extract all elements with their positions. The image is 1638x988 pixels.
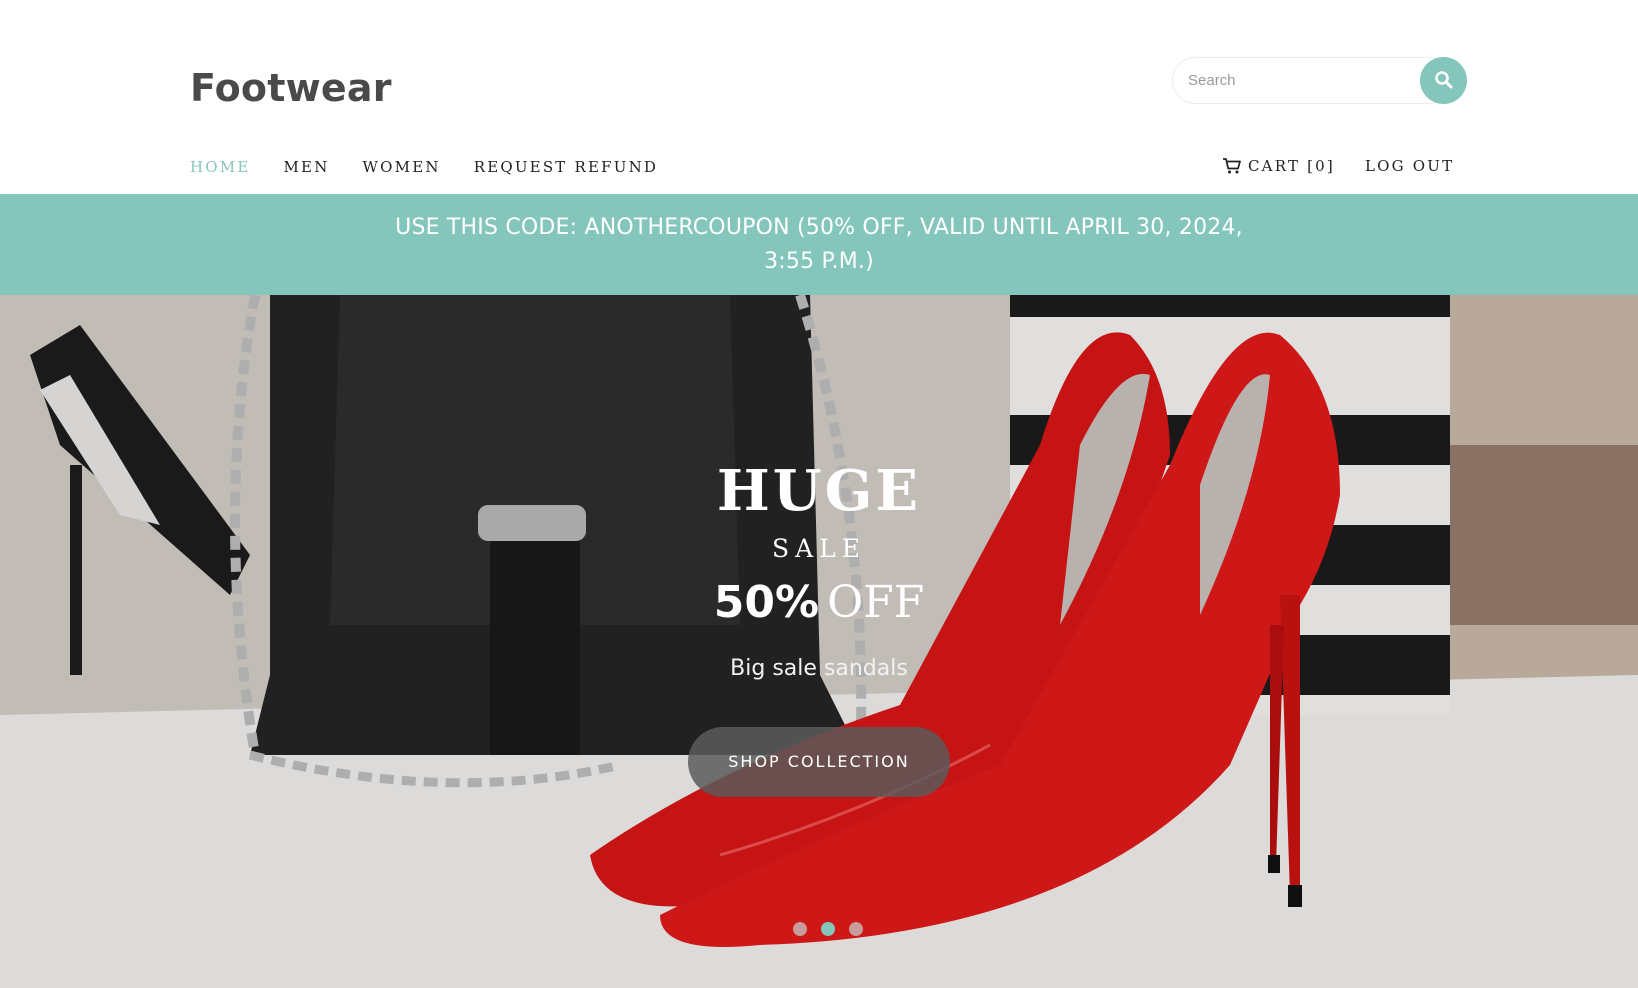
coupon-text: USE THIS CODE: ANOTHERCOUPON (50% OFF, V… <box>395 214 1243 274</box>
discount-percent: 50% <box>713 577 820 628</box>
nav-women[interactable]: WOMEN <box>363 158 441 176</box>
hero-discount: 50% OFF <box>619 577 1019 639</box>
cart-label: CART [0] <box>1248 157 1335 175</box>
shop-collection-button[interactable]: SHOP COLLECTION <box>688 727 950 797</box>
nav-request-refund[interactable]: REQUEST REFUND <box>474 158 658 176</box>
slider-dot-1[interactable] <box>793 922 807 936</box>
cart-icon <box>1223 158 1241 174</box>
hero-description: Big sale sandals <box>730 656 908 681</box>
site-header: Footwear HOME MEN WOMEN REQUEST REFUND C… <box>0 0 1638 194</box>
search-button[interactable] <box>1420 57 1467 104</box>
slider-dot-2[interactable] <box>821 922 835 936</box>
search-icon <box>1435 71 1453 89</box>
slider-dot-3[interactable] <box>849 922 863 936</box>
search-input[interactable] <box>1172 57 1452 104</box>
search-bar <box>1172 57 1467 104</box>
site-logo[interactable]: Footwear <box>190 66 392 110</box>
discount-word: OFF <box>827 577 925 628</box>
user-nav: CART [0] LOG OUT <box>1222 153 1454 179</box>
coupon-banner: USE THIS CODE: ANOTHERCOUPON (50% OFF, V… <box>0 194 1638 295</box>
logout-label: LOG OUT <box>1364 156 1455 175</box>
hero-title: HUGE <box>716 458 922 524</box>
nav-home[interactable]: HOME <box>190 158 251 176</box>
slider-dots <box>793 922 877 936</box>
hero-slider: HUGE SALE 50% OFF Big sale sandals SHOP C… <box>0 295 1638 988</box>
logout-link[interactable]: LOG OUT <box>1365 157 1454 176</box>
nav-men[interactable]: MEN <box>284 158 330 176</box>
hero-content: HUGE SALE 50% OFF Big sale sandals SHOP C… <box>619 455 1019 797</box>
cart-link[interactable]: CART [0] <box>1222 156 1335 176</box>
main-nav: HOME MEN WOMEN REQUEST REFUND <box>190 156 691 178</box>
hero-subtitle: SALE <box>771 534 867 563</box>
